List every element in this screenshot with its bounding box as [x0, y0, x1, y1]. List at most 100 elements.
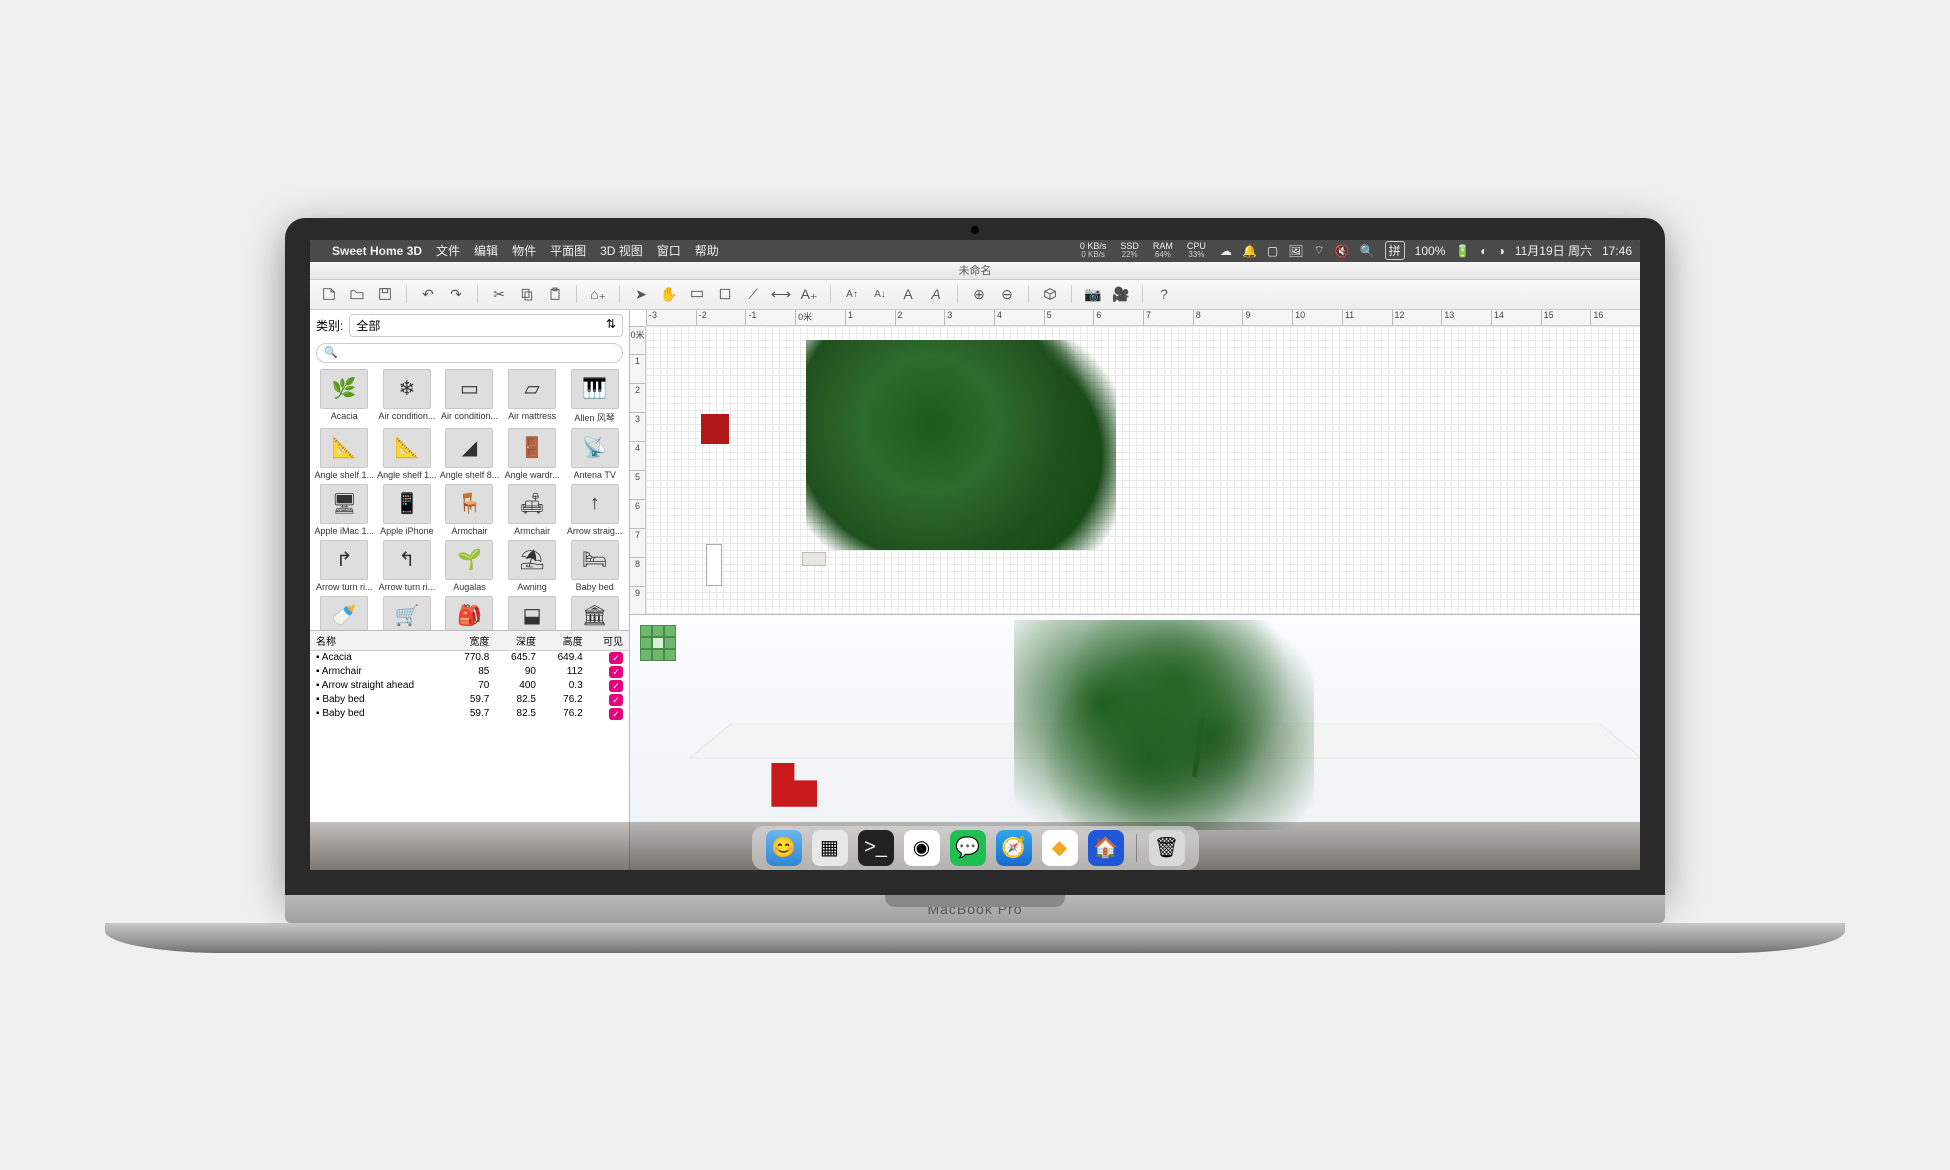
photo-icon[interactable]: 🖼 [1288, 244, 1303, 258]
cut-button[interactable]: ✂ [488, 283, 510, 305]
catalog-item[interactable]: 📐Angle shelf 1... [377, 428, 438, 482]
add-furniture-button[interactable]: ⌂₊ [587, 283, 609, 305]
col-depth[interactable]: 深度 [495, 631, 542, 651]
notification-icon[interactable]: 🔔 [1242, 244, 1257, 258]
paste-button[interactable] [544, 283, 566, 305]
redo-button[interactable]: ↷ [445, 283, 467, 305]
catalog-item[interactable]: 🌿Acacia [314, 369, 375, 426]
catalog-item[interactable]: 🌱Augalas [439, 540, 500, 594]
catalog-item[interactable]: 🛋Armchair [502, 484, 563, 538]
catalog-item[interactable]: ⛱Awning [502, 540, 563, 594]
catalog-search-input[interactable] [316, 343, 623, 363]
dock-terminal[interactable]: >_ [858, 830, 894, 866]
table-row[interactable]: ▪ Baby bed59.782.576.2✓ [310, 693, 629, 707]
col-width[interactable]: 宽度 [449, 631, 496, 651]
plan-item-babybed[interactable] [802, 552, 826, 566]
zoom-in-button[interactable]: ⊕ [968, 283, 990, 305]
menu-3d[interactable]: 3D 视图 [600, 242, 643, 259]
pointer-tool[interactable]: ➤ [630, 283, 652, 305]
mute-icon[interactable]: 🔇 [1335, 244, 1350, 258]
3d-armchair[interactable] [771, 763, 817, 807]
catalog-item[interactable]: 🍼 [314, 596, 375, 630]
table-row[interactable]: ▪ Arrow straight ahead704000.3✓ [310, 679, 629, 693]
table-row[interactable]: ▪ Armchair8590112✓ [310, 665, 629, 679]
plan-item-armchair[interactable] [701, 414, 729, 444]
polyline-tool[interactable]: ⟋ [742, 283, 764, 305]
new-doc-button[interactable] [318, 283, 340, 305]
catalog-item[interactable]: 📡Antena TV [564, 428, 625, 482]
table-row[interactable]: ▪ Baby bed59.782.576.2✓ [310, 707, 629, 721]
catalog-item[interactable]: 🎹Allen 风琴 [564, 369, 625, 426]
plan-item-arrow[interactable] [706, 544, 722, 586]
dock-finder[interactable]: 😊 [766, 830, 802, 866]
app-name[interactable]: Sweet Home 3D [332, 244, 422, 258]
save-doc-button[interactable] [374, 283, 396, 305]
plan-item-acacia[interactable] [806, 340, 1116, 550]
plan-grid[interactable] [646, 326, 1640, 615]
extra-icon2[interactable]: ◑ [1498, 244, 1505, 258]
menu-help[interactable]: 帮助 [695, 242, 719, 259]
catalog-item[interactable]: 🏛 [564, 596, 625, 630]
zoom-out-button[interactable]: ⊖ [996, 283, 1018, 305]
battery-icon[interactable]: 🔋 [1455, 244, 1470, 258]
menu-window[interactable]: 窗口 [657, 242, 681, 259]
video-button[interactable]: 🎥 [1110, 283, 1132, 305]
text-tool[interactable]: A₊ [798, 283, 820, 305]
photo-button[interactable]: 📷 [1082, 283, 1104, 305]
catalog-item[interactable]: ↑Arrow straig... [564, 484, 625, 538]
text-increase-button[interactable]: A↑ [841, 283, 863, 305]
col-name[interactable]: 名称 [310, 631, 449, 651]
table-row[interactable]: ▪ Acacia770.8645.7649.4✓ [310, 650, 629, 665]
wall-tool[interactable] [686, 283, 708, 305]
time[interactable]: 17:46 [1602, 244, 1632, 258]
text-normal-button[interactable]: A [897, 283, 919, 305]
wechat-menubar-icon[interactable]: ☁ [1220, 244, 1232, 258]
furniture-catalog[interactable]: 🌿Acacia❄Air condition...▭Air condition..… [310, 365, 629, 630]
pan-tool[interactable]: ✋ [658, 283, 680, 305]
open-doc-button[interactable] [346, 283, 368, 305]
help-button[interactable]: ? [1153, 283, 1175, 305]
catalog-item[interactable]: 🛏Baby bed [564, 540, 625, 594]
view3d-button[interactable] [1039, 283, 1061, 305]
catalog-item[interactable]: 🛒 [377, 596, 438, 630]
dock-launchpad[interactable]: ▦ [812, 830, 848, 866]
copy-button[interactable] [516, 283, 538, 305]
dock-trash[interactable]: 🗑 [1149, 830, 1185, 866]
display-icon[interactable]: ▢ [1267, 244, 1278, 258]
undo-button[interactable]: ↶ [417, 283, 439, 305]
menu-plan[interactable]: 平面图 [550, 242, 586, 259]
dimension-tool[interactable]: ⟷ [770, 283, 792, 305]
search-icon[interactable]: 🔍 [1360, 244, 1375, 258]
text-italic-button[interactable]: A [925, 283, 947, 305]
wifi-icon[interactable]: ⌔ [1313, 243, 1324, 258]
menu-object[interactable]: 物件 [512, 242, 536, 259]
catalog-item[interactable]: ⬓ [502, 596, 563, 630]
nav-compass[interactable] [640, 625, 676, 661]
catalog-item[interactable]: ◢Angle shelf 8... [439, 428, 500, 482]
extra-icon[interactable]: ◐ [1480, 244, 1487, 258]
catalog-item[interactable]: 📐Angle shelf 1... [314, 428, 375, 482]
date[interactable]: 11月19日 周六 [1515, 242, 1592, 259]
dock-sweethome3d[interactable]: 🏠 [1088, 830, 1124, 866]
menu-edit[interactable]: 编辑 [474, 242, 498, 259]
catalog-item[interactable]: 🪑Armchair [439, 484, 500, 538]
text-decrease-button[interactable]: A↓ [869, 283, 891, 305]
catalog-item[interactable]: ▭Air condition... [439, 369, 500, 426]
battery-text[interactable]: 100% [1415, 244, 1446, 258]
catalog-item[interactable]: 📱Apple iPhone [377, 484, 438, 538]
catalog-item[interactable]: 🖥Apple iMac 1... [314, 484, 375, 538]
plan-view[interactable]: -3-2-10米12345678910111213141516 0米123456… [630, 310, 1640, 616]
catalog-item[interactable]: ▱Air mattress [502, 369, 563, 426]
dock-safari[interactable]: 🧭 [996, 830, 1032, 866]
catalog-item[interactable]: ❄Air condition... [377, 369, 438, 426]
ime-indicator[interactable]: 拼 [1385, 241, 1405, 260]
menu-file[interactable]: 文件 [436, 242, 460, 259]
room-tool[interactable] [714, 283, 736, 305]
category-select[interactable]: 全部⇅ [349, 314, 623, 337]
catalog-item[interactable]: 🎒 [439, 596, 500, 630]
dock-chrome[interactable]: ◉ [904, 830, 940, 866]
dock-wechat[interactable]: 💬 [950, 830, 986, 866]
catalog-item[interactable]: ↱Arrow turn ri... [314, 540, 375, 594]
catalog-item[interactable]: ↰Arrow turn ri... [377, 540, 438, 594]
3d-tree[interactable] [1014, 620, 1314, 830]
